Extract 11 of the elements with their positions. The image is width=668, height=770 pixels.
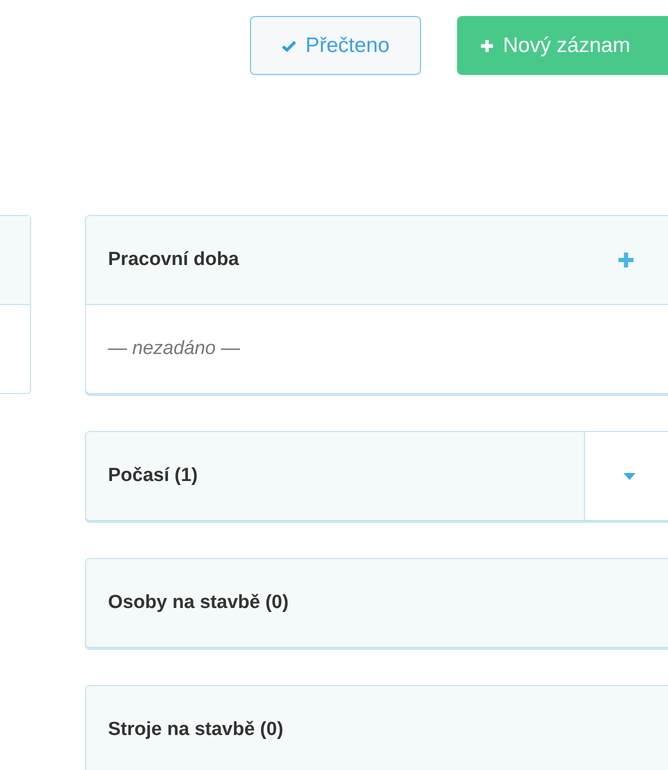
- panel-title: Pracovní doba: [107, 249, 240, 271]
- caret-icon: [623, 472, 636, 480]
- empty-text: — nezadáno —: [107, 338, 240, 360]
- panel-title: Stroje na stavbě (0): [107, 719, 284, 741]
- panel-title: Počasí (1): [107, 465, 199, 487]
- plus-icon: [616, 250, 636, 270]
- new-record-button[interactable]: Nový záznam: [457, 16, 668, 75]
- panel-title: Osoby na stavbě (0): [107, 592, 290, 614]
- plus-icon: [479, 38, 495, 54]
- read-button[interactable]: Přečteno: [250, 16, 421, 75]
- add-button[interactable]: [616, 250, 636, 270]
